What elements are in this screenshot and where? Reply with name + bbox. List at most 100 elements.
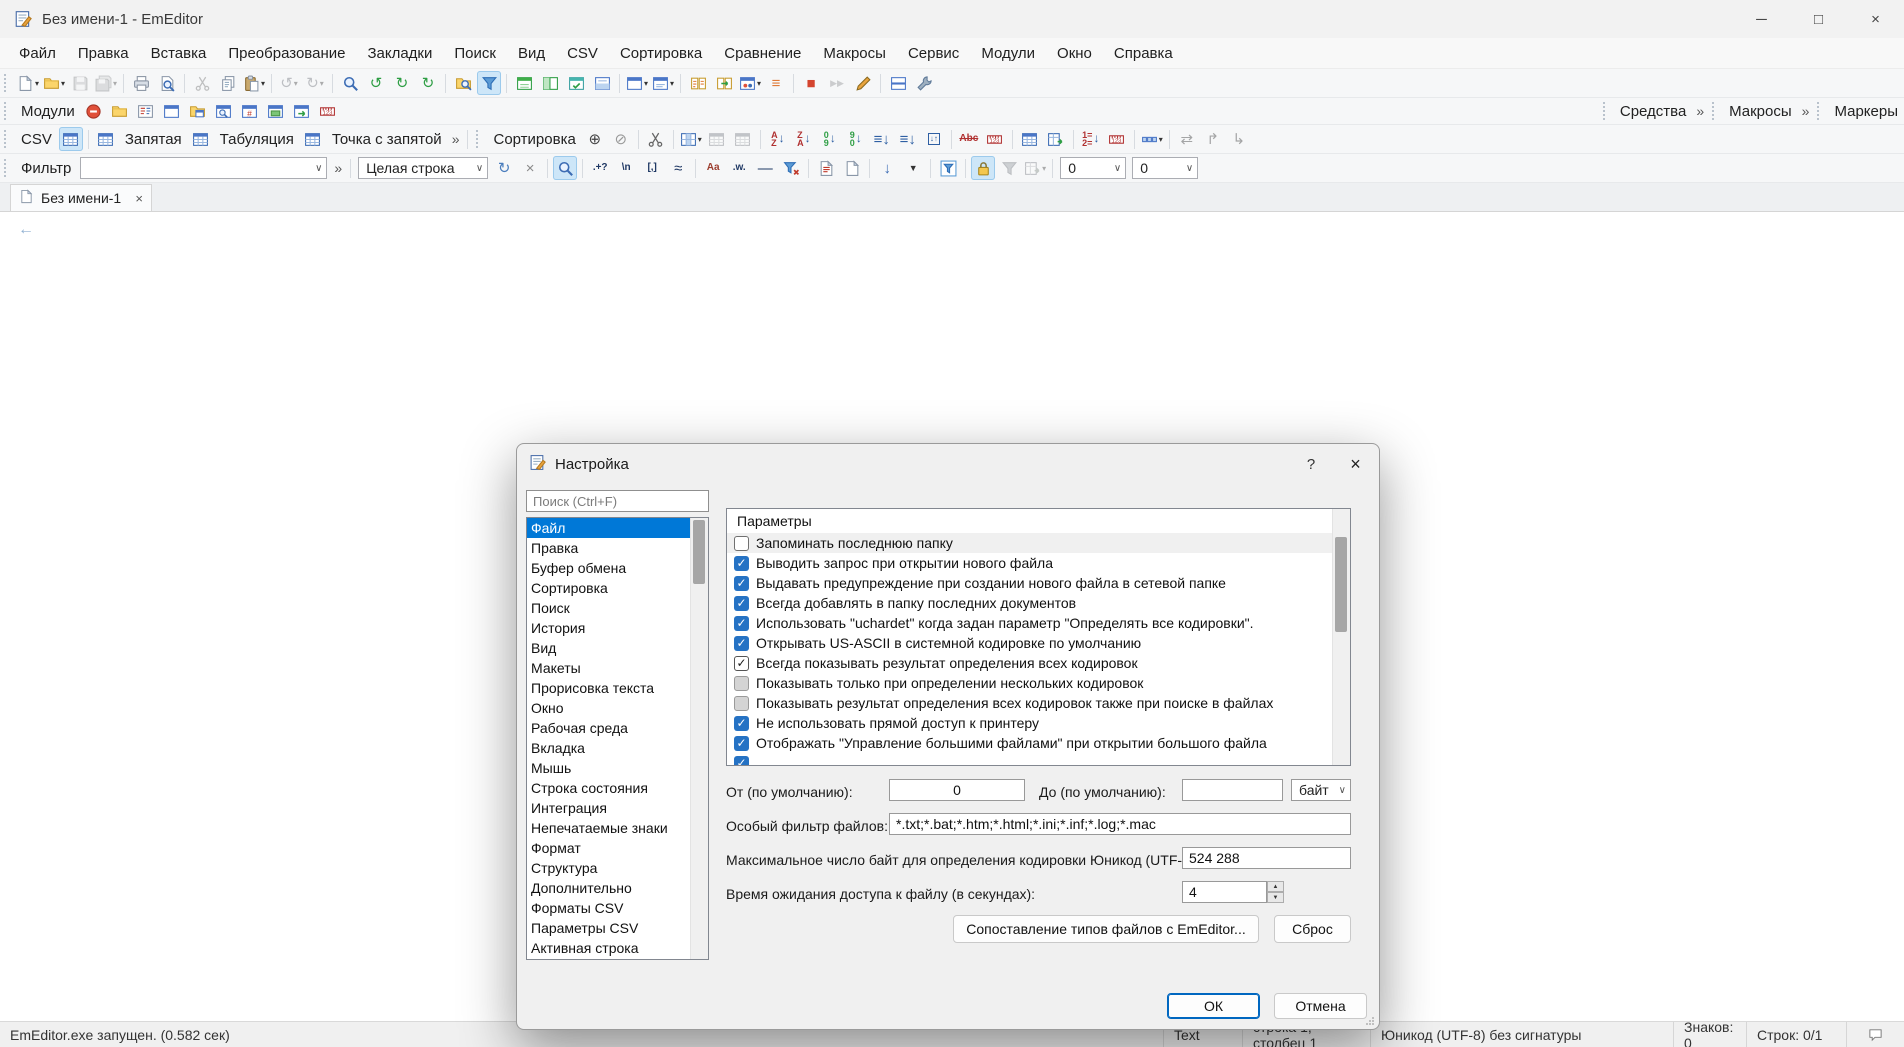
csv-tab-button[interactable] bbox=[189, 127, 213, 151]
lock-filter-button[interactable] bbox=[971, 156, 995, 180]
replace-all-button[interactable]: ↻ bbox=[416, 71, 440, 95]
toolbar-grip[interactable] bbox=[4, 159, 10, 177]
workspace-save-dropdown-icon[interactable]: ▾ bbox=[644, 79, 648, 88]
sort-9-0-button[interactable]: 90↓ bbox=[844, 127, 868, 151]
category-item[interactable]: Буфер обмена bbox=[527, 558, 708, 578]
sort-dialog-button[interactable]: ↓↑ bbox=[922, 127, 946, 151]
markers-button[interactable]: ▾ bbox=[738, 71, 762, 95]
toolbar-grip[interactable] bbox=[4, 102, 10, 120]
status-encoding[interactable]: Юникод (UTF-8) без сигнатуры bbox=[1370, 1022, 1673, 1047]
sort-short-long-button[interactable]: ≡↓ bbox=[870, 127, 894, 151]
macros-overflow-icon[interactable]: » bbox=[1798, 103, 1814, 119]
filter-mode[interactable]: Целая строка∨ bbox=[358, 157, 488, 179]
option-row[interactable]: ✓Всегда добавлять в папку последних доку… bbox=[727, 593, 1350, 613]
paste-column-button[interactable]: ↳ bbox=[1227, 127, 1251, 151]
filter-refresh-button[interactable]: ↻ bbox=[492, 156, 516, 180]
option-row[interactable]: ✓Использовать "uchardet" когда задан пар… bbox=[727, 613, 1350, 633]
undo-button[interactable]: ↺▾ bbox=[277, 71, 301, 95]
undo-dropdown-icon[interactable]: ▾ bbox=[294, 79, 298, 88]
toolbar-grip[interactable] bbox=[1817, 102, 1823, 120]
filter-find-button[interactable] bbox=[553, 156, 577, 180]
comment-bubble-icon[interactable] bbox=[1846, 1022, 1904, 1047]
menu-search[interactable]: Поиск bbox=[443, 41, 507, 66]
menu-compare[interactable]: Сравнение bbox=[713, 41, 812, 66]
menu-tools[interactable]: Сервис bbox=[897, 41, 970, 66]
open-file-dropdown-icon[interactable]: ▾ bbox=[61, 79, 65, 88]
category-item[interactable]: Непечатаемые знаки bbox=[527, 818, 708, 838]
tools-overflow-icon[interactable]: » bbox=[1692, 103, 1708, 119]
select-column-button[interactable]: ▾ bbox=[679, 127, 703, 151]
plugin-5-button[interactable] bbox=[186, 99, 210, 123]
category-item[interactable]: Строка состояния bbox=[527, 778, 708, 798]
plugin-9-button[interactable] bbox=[290, 99, 314, 123]
cut-button[interactable] bbox=[190, 71, 214, 95]
insert-column-button[interactable] bbox=[705, 127, 729, 151]
toolbar-grip[interactable] bbox=[476, 130, 482, 148]
toolbar-grip[interactable] bbox=[1603, 102, 1609, 120]
column-filter-button[interactable]: ▾ bbox=[1023, 156, 1047, 180]
compare-rescan-button[interactable] bbox=[712, 71, 736, 95]
csv-convert-button[interactable] bbox=[644, 127, 668, 151]
sort-long-short-button[interactable]: ≡↓ bbox=[896, 127, 920, 151]
category-item[interactable]: Формат bbox=[527, 838, 708, 858]
toolbar-grip[interactable] bbox=[4, 74, 10, 92]
plugin-4-button[interactable] bbox=[160, 99, 184, 123]
category-item[interactable]: Прорисовка текста bbox=[527, 678, 708, 698]
spinner-down-icon[interactable]: ▼ bbox=[1267, 892, 1284, 903]
menu-bookmarks[interactable]: Закладки bbox=[356, 41, 443, 66]
record-macro-button[interactable]: ■ bbox=[799, 71, 823, 95]
category-item[interactable]: Правка bbox=[527, 538, 708, 558]
redo-dropdown-icon[interactable]: ▾ bbox=[320, 79, 324, 88]
filter-down-button[interactable]: ↓ bbox=[875, 156, 899, 180]
pivot-table-button[interactable] bbox=[1044, 127, 1068, 151]
customize-button[interactable] bbox=[912, 71, 936, 95]
play-macro-button[interactable]: ▶▶ bbox=[825, 71, 849, 95]
match-case-button[interactable]: Aa bbox=[701, 156, 725, 180]
editor-area[interactable]: ← Настройка ? × ФайлПравкаБуфер обменаСо… bbox=[0, 212, 1904, 1021]
filter-overflow-icon[interactable]: » bbox=[330, 160, 346, 176]
maximize-button[interactable]: □ bbox=[1790, 0, 1847, 38]
headings-dropdown-icon[interactable]: ▾ bbox=[1159, 135, 1163, 144]
option-row[interactable]: ✓Всегда показывать результат определения… bbox=[727, 653, 1350, 673]
plugin-8-button[interactable] bbox=[264, 99, 288, 123]
print-button[interactable] bbox=[129, 71, 153, 95]
checkbox-icon[interactable]: ✓ bbox=[734, 616, 749, 631]
delete-duplicates-button[interactable]: Abc bbox=[957, 127, 981, 151]
new-file-dropdown-icon[interactable]: ▾ bbox=[35, 79, 39, 88]
filter-clear-button[interactable]: × bbox=[518, 156, 542, 180]
manage-columns-button[interactable] bbox=[1018, 127, 1042, 151]
resize-grip-icon[interactable] bbox=[1364, 1014, 1376, 1026]
toolbar-grip[interactable] bbox=[1712, 102, 1718, 120]
print-preview-button[interactable] bbox=[155, 71, 179, 95]
dialog-close-button[interactable]: × bbox=[1332, 444, 1379, 484]
split-window-button[interactable] bbox=[886, 71, 910, 95]
replace-button[interactable]: ↻ bbox=[390, 71, 414, 95]
option-row[interactable]: Показывать только при определении нескол… bbox=[727, 673, 1350, 693]
menu-csv[interactable]: CSV bbox=[556, 41, 609, 66]
tab-close-icon[interactable]: × bbox=[135, 191, 143, 206]
max-bytes-input[interactable] bbox=[1182, 847, 1351, 869]
column-filter-dropdown-icon[interactable]: ▾ bbox=[1042, 164, 1046, 173]
find-next-button[interactable]: ↺ bbox=[364, 71, 388, 95]
checkbox-icon[interactable]: ✓ bbox=[734, 656, 749, 671]
sort-a-z-button[interactable]: AZ↓ bbox=[766, 127, 790, 151]
find-button[interactable] bbox=[338, 71, 362, 95]
redo-button[interactable]: ↻▾ bbox=[303, 71, 327, 95]
to-default-input[interactable] bbox=[1182, 779, 1283, 801]
before-context[interactable]: 0∨ bbox=[1060, 157, 1126, 179]
title-bar[interactable]: Без имени-1 - EmEditor ─ □ × bbox=[0, 0, 1904, 38]
fuzzy-match-button[interactable]: ≈ bbox=[666, 156, 690, 180]
checkbox-icon[interactable] bbox=[734, 676, 749, 691]
menu-plugins[interactable]: Модули bbox=[970, 41, 1046, 66]
plugin-7-button[interactable]: # bbox=[238, 99, 262, 123]
associate-button[interactable]: Сопоставление типов файлов с EmEditor... bbox=[953, 915, 1259, 943]
outline-button[interactable]: ≡ bbox=[764, 71, 788, 95]
category-scrollbar-thumb[interactable] bbox=[693, 520, 705, 584]
measure-button[interactable]: 123 bbox=[1105, 127, 1129, 151]
option-row[interactable]: ✓ bbox=[727, 753, 1350, 766]
reset-button[interactable]: Сброс bbox=[1274, 915, 1351, 943]
menu-edit[interactable]: Правка bbox=[67, 41, 140, 66]
category-item[interactable]: Мышь bbox=[527, 758, 708, 778]
headings-button[interactable]: ▾ bbox=[1140, 127, 1164, 151]
csv-overflow-icon[interactable]: » bbox=[448, 131, 464, 147]
